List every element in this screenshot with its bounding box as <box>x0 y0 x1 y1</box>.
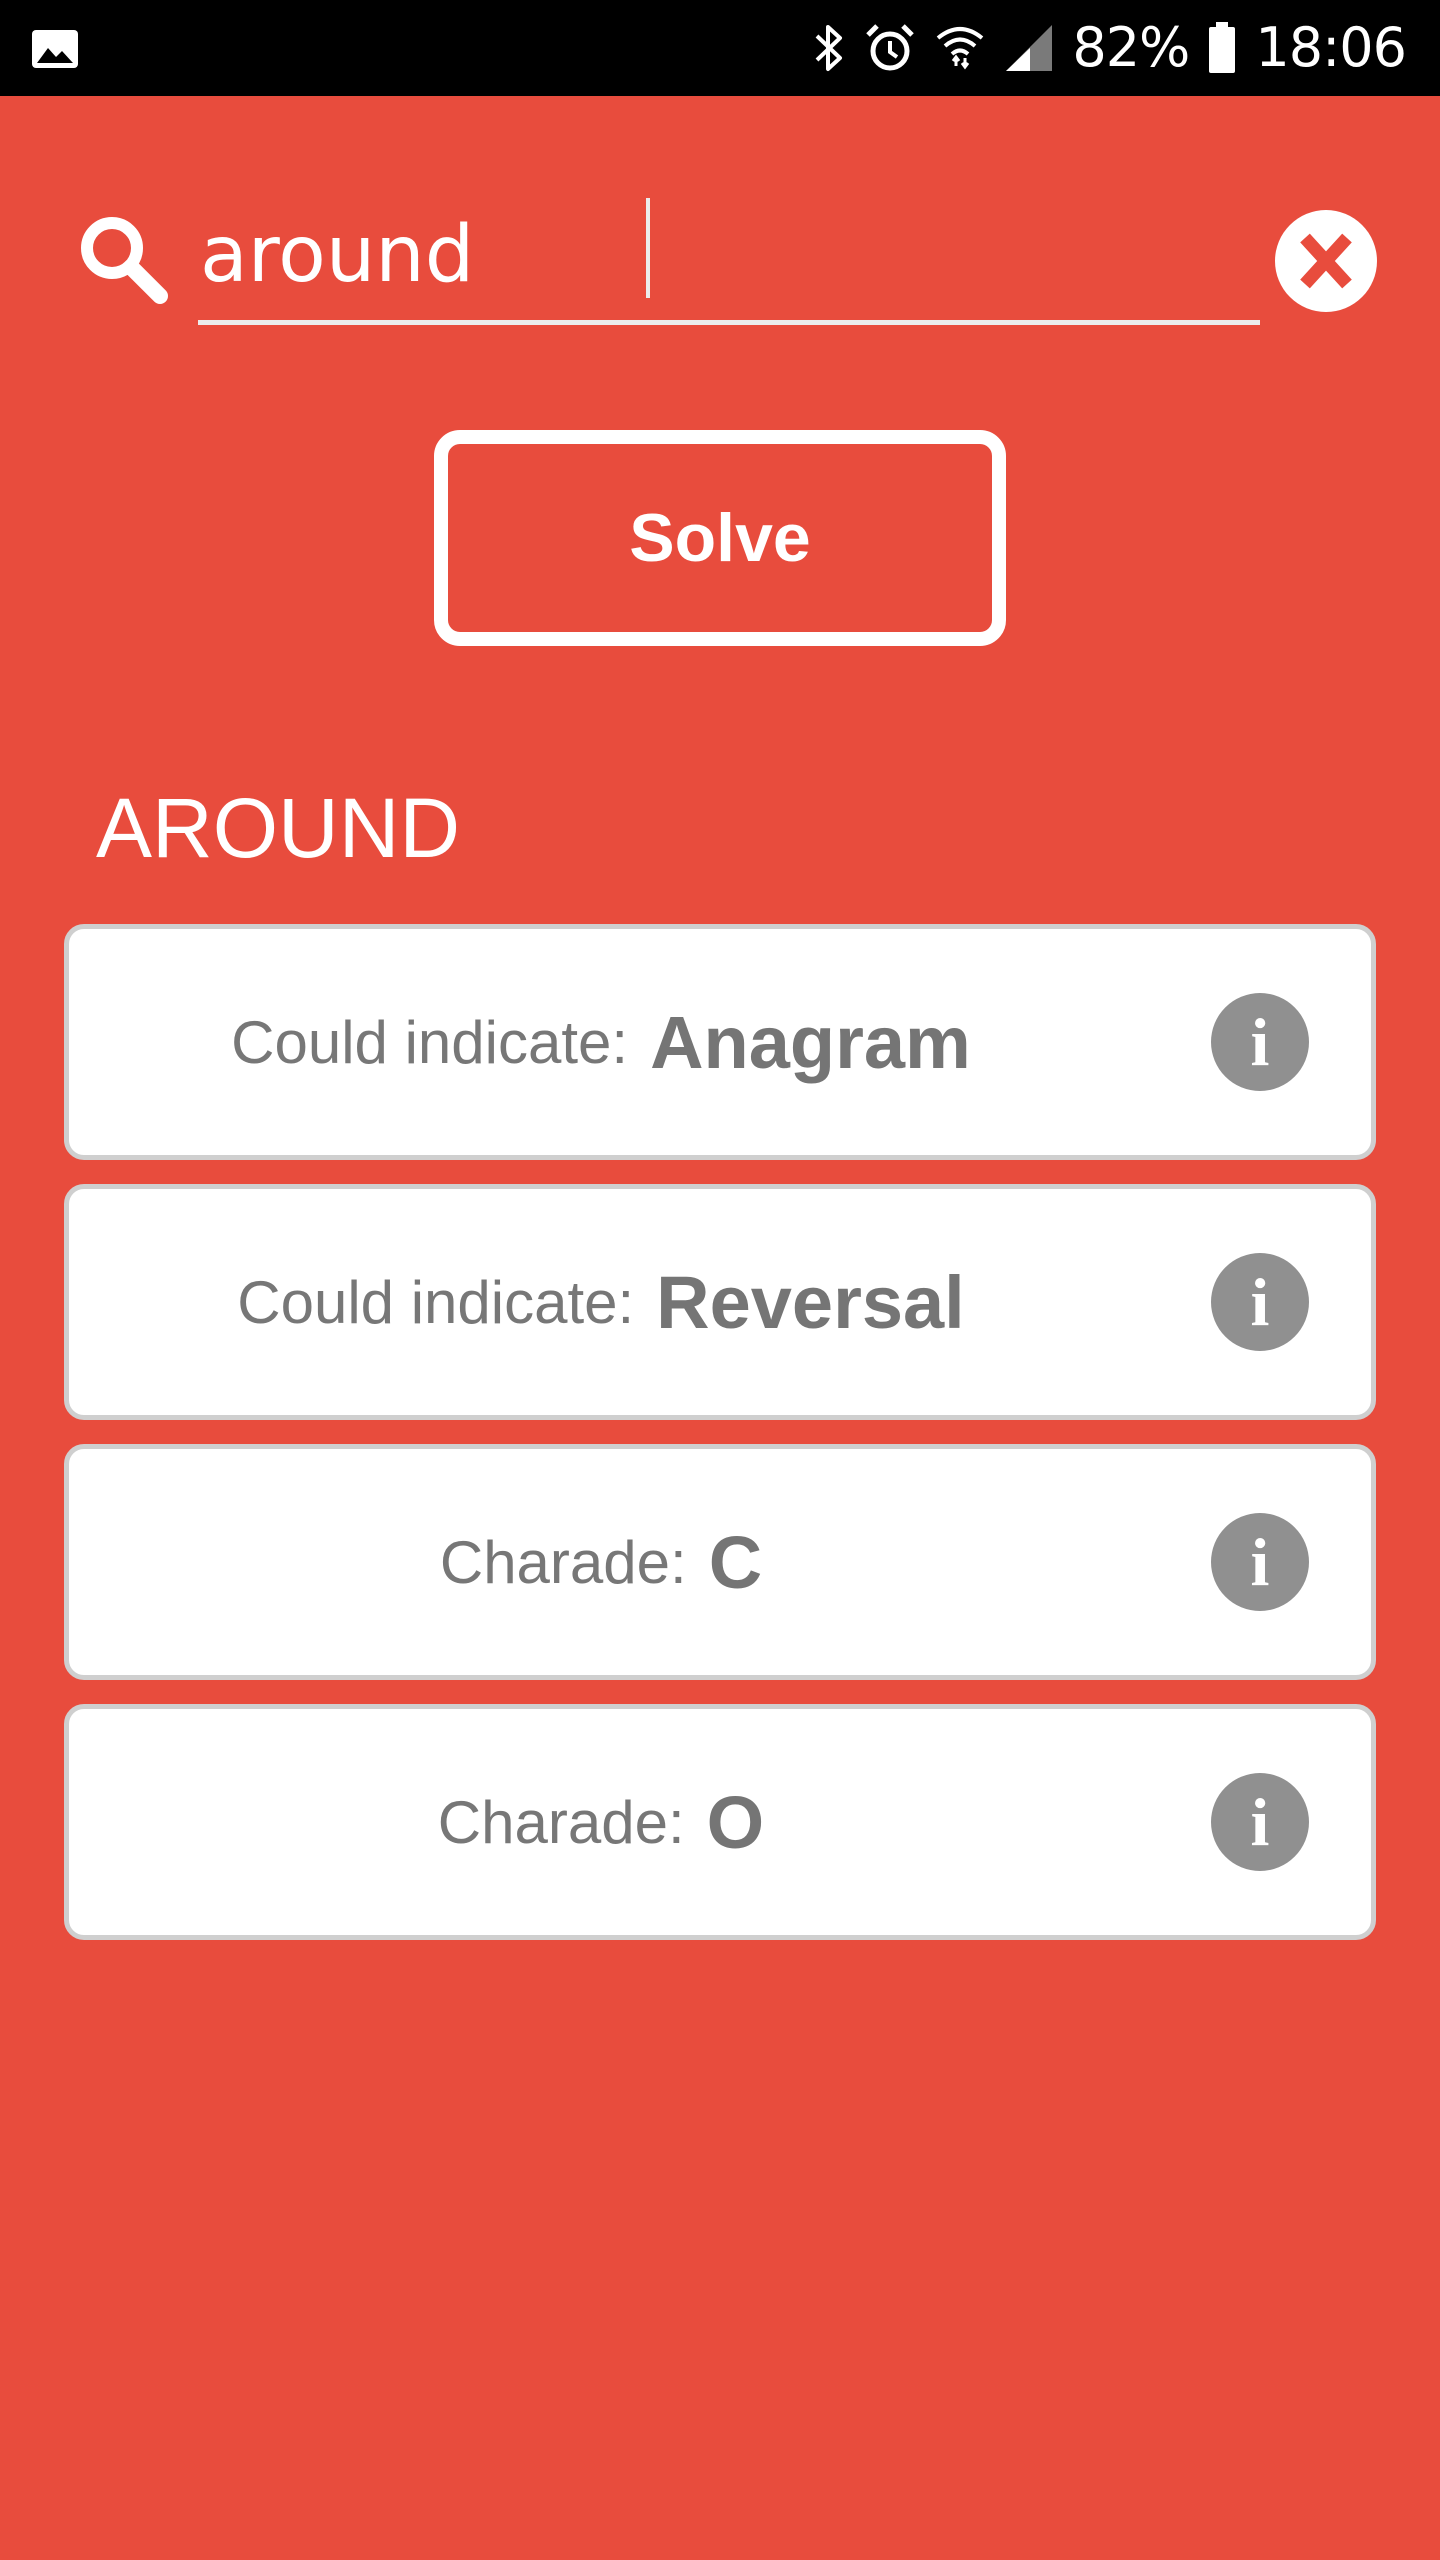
clear-search-button[interactable] <box>1275 210 1377 312</box>
clock: 18:06 <box>1255 16 1407 79</box>
battery-percent: 82% <box>1072 16 1190 79</box>
result-label: Charade: <box>437 1788 685 1856</box>
result-card[interactable]: Charade: C i <box>64 1444 1376 1680</box>
result-text: Charade: O <box>69 1709 1133 1935</box>
info-icon[interactable]: i <box>1211 1253 1309 1351</box>
result-text: Could indicate: Reversal <box>69 1189 1133 1415</box>
status-bar: 82% 18:06 <box>0 0 1440 96</box>
result-text: Could indicate: Anagram <box>69 929 1133 1155</box>
info-icon[interactable]: i <box>1211 1773 1309 1871</box>
result-label: Charade: <box>439 1528 687 1596</box>
battery-icon <box>1207 21 1237 75</box>
result-card[interactable]: Charade: O i <box>64 1704 1376 1940</box>
wifi-icon <box>934 22 986 74</box>
search-icon <box>76 212 172 308</box>
result-card[interactable]: Could indicate: Reversal i <box>64 1184 1376 1420</box>
result-text: Charade: C <box>69 1449 1133 1675</box>
result-value: Reversal <box>656 1260 965 1344</box>
result-value: Anagram <box>650 1000 971 1084</box>
result-label: Could indicate: <box>237 1268 635 1336</box>
info-icon[interactable]: i <box>1211 993 1309 1091</box>
text-cursor <box>646 198 650 298</box>
search-input[interactable] <box>198 190 1262 320</box>
word-heading: AROUND <box>96 781 461 875</box>
bluetooth-icon <box>812 22 846 74</box>
status-icons: 82% 18:06 <box>812 0 1407 96</box>
signal-icon <box>1004 23 1054 73</box>
search-field[interactable] <box>198 190 1262 325</box>
result-label: Could indicate: <box>231 1008 629 1076</box>
info-icon[interactable]: i <box>1211 1513 1309 1611</box>
results-list: Could indicate: Anagram i Could indicate… <box>64 924 1376 1964</box>
result-value: C <box>708 1520 763 1604</box>
result-value: O <box>706 1780 765 1864</box>
close-icon <box>1300 233 1352 289</box>
solve-button[interactable]: Solve <box>434 430 1006 646</box>
gallery-icon <box>30 28 80 70</box>
alarm-icon <box>864 22 916 74</box>
result-card[interactable]: Could indicate: Anagram i <box>64 924 1376 1160</box>
